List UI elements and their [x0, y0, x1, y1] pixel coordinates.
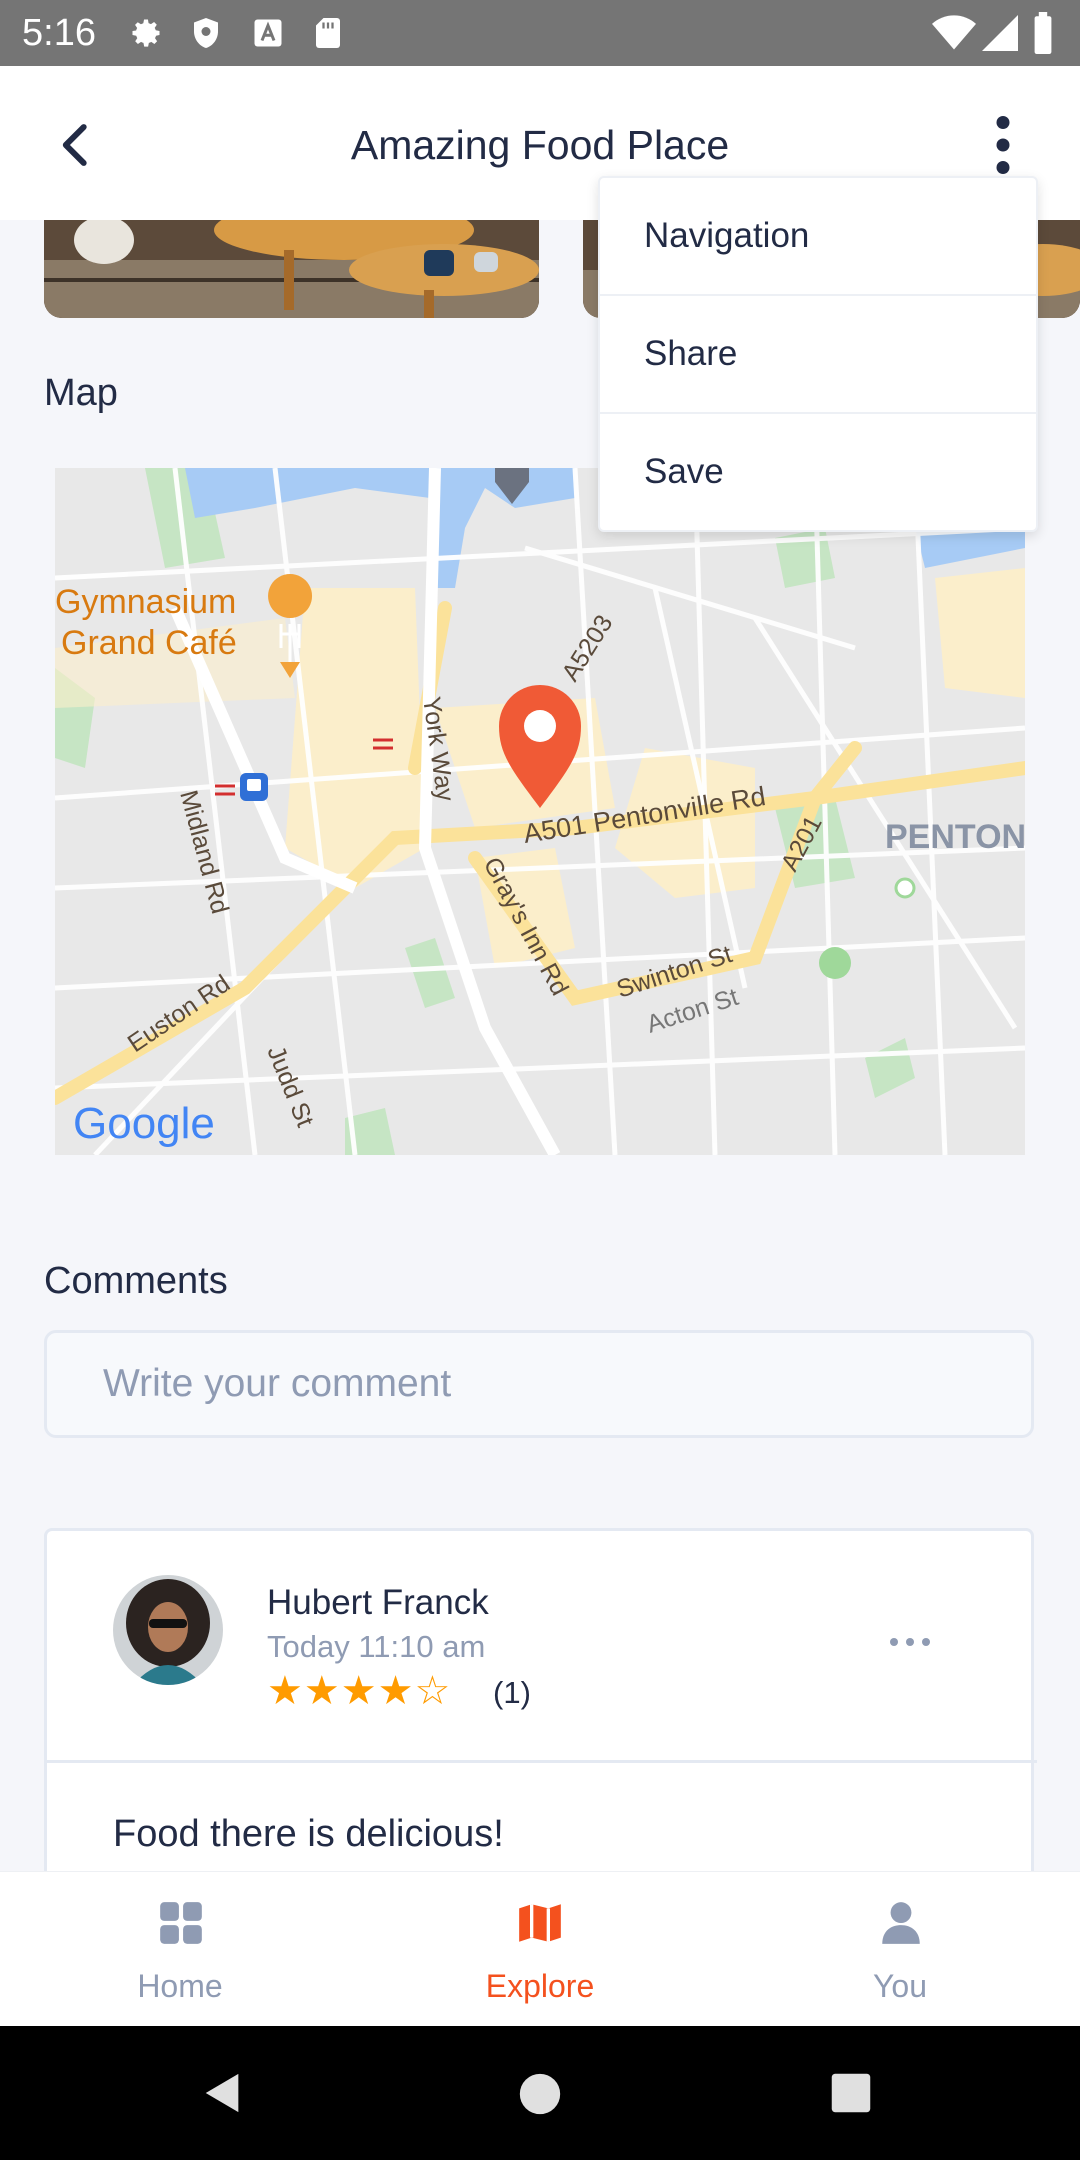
- comment-input[interactable]: [44, 1330, 1034, 1438]
- comment-time: Today 11:10 am: [267, 1629, 486, 1664]
- map-label-poi2: Grand Café: [61, 624, 237, 662]
- avatar[interactable]: [113, 1575, 223, 1685]
- comment-text: Food there is delicious!: [113, 1813, 504, 1855]
- grid-icon: [160, 1902, 202, 1944]
- status-time: 5:16: [22, 12, 96, 54]
- nav-label-explore: Explore: [485, 1968, 595, 2004]
- star-rating: ★★★★☆: [267, 1669, 452, 1713]
- menu-item-share[interactable]: Share: [600, 296, 1036, 412]
- place-photo[interactable]: [44, 220, 539, 318]
- map-label-poi: Gymnasium: [55, 583, 236, 621]
- cell-signal-icon: [982, 15, 1018, 51]
- system-back-icon[interactable]: [200, 2070, 246, 2116]
- nav-item-explore[interactable]: Explore: [360, 1872, 720, 2026]
- nav-item-you[interactable]: You: [720, 1872, 1080, 2026]
- comments-section-title: Comments: [44, 1260, 228, 1302]
- more-vertical-icon[interactable]: [978, 112, 1028, 178]
- map-label-penton: PENTON: [885, 818, 1025, 856]
- system-nav-bar: [0, 2026, 1080, 2160]
- svg-text:Google: Google: [73, 1099, 215, 1148]
- google-logo: Google: [73, 1099, 215, 1148]
- system-recents-icon[interactable]: [830, 2072, 872, 2114]
- nav-label-you: You: [873, 1968, 927, 2004]
- shield-icon: [194, 18, 218, 48]
- more-horizontal-icon[interactable]: [887, 1635, 933, 1649]
- status-bar: 5:16: [0, 0, 1080, 66]
- rating-count: (1): [493, 1675, 531, 1710]
- overflow-menu: Navigation Share Save: [598, 176, 1038, 532]
- comment-author[interactable]: Hubert Franck: [267, 1583, 489, 1623]
- system-home-icon[interactable]: [518, 2072, 562, 2116]
- settings-icon: [132, 19, 160, 47]
- wifi-icon: [932, 15, 976, 50]
- sd-card-icon: [316, 18, 340, 48]
- person-icon: [882, 1902, 920, 1944]
- map-icon: [519, 1904, 561, 1942]
- battery-icon: [1034, 12, 1052, 54]
- menu-item-save[interactable]: Save: [600, 414, 1036, 530]
- page-title: Amazing Food Place: [350, 122, 730, 168]
- menu-item-navigation[interactable]: Navigation: [600, 178, 1036, 294]
- map-view[interactable]: Gymnasium Grand Café York Way A5203 A501…: [55, 468, 1025, 1155]
- divider: [47, 1760, 1037, 1763]
- map-section-title: Map: [44, 372, 118, 414]
- photo-image: [44, 220, 539, 318]
- bottom-nav: Home Explore You: [0, 1872, 1080, 2026]
- font-icon: [254, 19, 282, 47]
- nav-item-home[interactable]: Home: [0, 1872, 360, 2026]
- map-image: Gymnasium Grand Café York Way A5203 A501…: [55, 468, 1025, 1155]
- avatar-image: [113, 1575, 223, 1685]
- nav-label-home: Home: [137, 1968, 223, 2004]
- comment-card: Hubert Franck Today 11:10 am ★★★★☆ (1) F…: [44, 1528, 1037, 1878]
